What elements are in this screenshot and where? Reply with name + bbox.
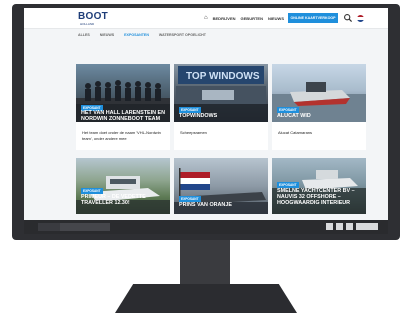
card-image: EXPOSANT PRIMEUR – DE VEDETTE TRAVELLER … — [76, 158, 170, 214]
article-card[interactable]: EXPOSANT ALUCAT WID Alucat Catamarans — [272, 64, 366, 150]
nav-item-nieuws[interactable]: NIEUWS — [268, 16, 284, 21]
card-title[interactable]: PRINS VAN ORANJE — [179, 202, 265, 208]
article-card[interactable]: TOP WINDOWS EXPOSANT TOPWINDOWS Scheepsr… — [174, 64, 268, 150]
card-title[interactable]: TOPWINDOWS — [179, 113, 265, 119]
logo-subtitle: HOLLAND — [80, 22, 95, 26]
indicator-icon — [346, 223, 353, 230]
article-card[interactable]: EXPOSANT PRINS VAN ORANJE — [174, 158, 268, 214]
article-card[interactable]: EXPOSANT SMELNE YACHTCENTER BV – NAUVIS … — [272, 158, 366, 214]
ticket-sale-button[interactable]: ONLINE KAARTVERKOOP — [288, 13, 338, 23]
home-icon[interactable]: ⌂ — [204, 15, 208, 21]
site-logo[interactable]: BOOT — [78, 11, 108, 22]
card-title[interactable]: PRIMEUR – DE VEDETTE TRAVELLER 12.30! — [81, 194, 167, 206]
card-title[interactable]: ALUCAT WID — [277, 113, 363, 119]
filter-tab-exposanten[interactable]: EXPOSANTEN — [124, 33, 149, 37]
article-card[interactable]: EXPOSANT HET VAN HALL LARENSTEIN EN NORD… — [76, 64, 170, 150]
card-title[interactable]: SMELNE YACHTCENTER BV – NAUVIS 32 OFFSHO… — [277, 188, 363, 207]
monitor-stand-neck — [180, 240, 230, 284]
card-description: Scheepsramen — [180, 130, 207, 135]
monitor-bottom-bar — [24, 220, 388, 234]
monitor-stand-base — [115, 284, 297, 313]
nav-item-bedrijven[interactable]: BEDRIJVEN — [213, 16, 236, 21]
card-image: EXPOSANT ALUCAT WID — [272, 64, 366, 122]
filter-bar: ALLES NIEUWS EXPOSANTEN WATERSPORT OPGEL… — [24, 29, 388, 41]
indicator-icon — [336, 223, 343, 230]
indicator-icon — [326, 223, 333, 230]
scrollbar-thumb[interactable] — [60, 223, 110, 231]
card-title[interactable]: HET VAN HALL LARENSTEIN EN NORDWIN ZONNE… — [81, 110, 167, 122]
filter-tab-nieuws[interactable]: NIEUWS — [100, 33, 114, 37]
card-description: Alucat Catamarans — [278, 130, 313, 135]
card-image: EXPOSANT PRINS VAN ORANJE — [174, 158, 268, 214]
nav-item-geburten[interactable]: GEBURTEN — [241, 16, 263, 21]
browser-viewport: BOOT HOLLAND ⌂ BEDRIJVEN GEBURTEN NIEUWS… — [24, 8, 388, 220]
monitor-indicators — [326, 223, 378, 230]
card-image: EXPOSANT HET VAN HALL LARENSTEIN EN NORD… — [76, 64, 170, 122]
search-icon[interactable] — [343, 13, 353, 23]
card-image: EXPOSANT SMELNE YACHTCENTER BV – NAUVIS … — [272, 158, 366, 214]
indicator-icon — [356, 223, 378, 230]
language-flag-icon[interactable] — [357, 15, 364, 22]
topwindows-sign-text: TOP WINDOWS — [186, 71, 260, 82]
article-card[interactable]: EXPOSANT PRIMEUR – DE VEDETTE TRAVELLER … — [76, 158, 170, 214]
card-image: TOP WINDOWS EXPOSANT TOPWINDOWS — [174, 64, 268, 122]
site-header: BOOT HOLLAND ⌂ BEDRIJVEN GEBURTEN NIEUWS… — [24, 8, 388, 29]
filter-tab-alles[interactable]: ALLES — [78, 33, 90, 37]
card-description: Het team doet onder de naam 'VHL-Nordwin… — [82, 130, 161, 141]
filter-tab-watersport[interactable]: WATERSPORT OPGELICHT — [159, 33, 206, 37]
